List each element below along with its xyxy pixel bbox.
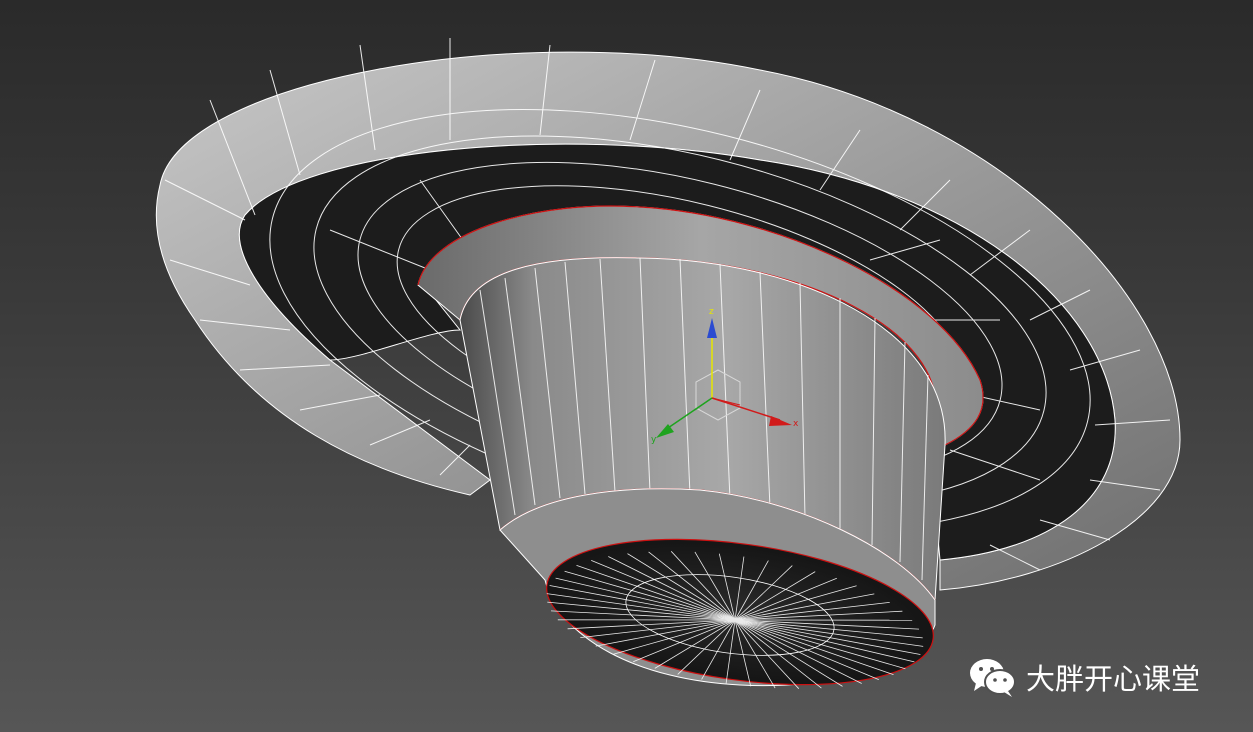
3d-viewport[interactable]: z x y (0, 0, 1253, 732)
gizmo-x-label: x (793, 419, 799, 429)
gizmo-z-label: z (709, 307, 714, 317)
watermark: 大胖开心课堂 (968, 654, 1200, 700)
gizmo-y-label: y (651, 435, 657, 445)
watermark-text: 大胖开心课堂 (1026, 662, 1201, 696)
wechat-icon (970, 659, 1016, 697)
